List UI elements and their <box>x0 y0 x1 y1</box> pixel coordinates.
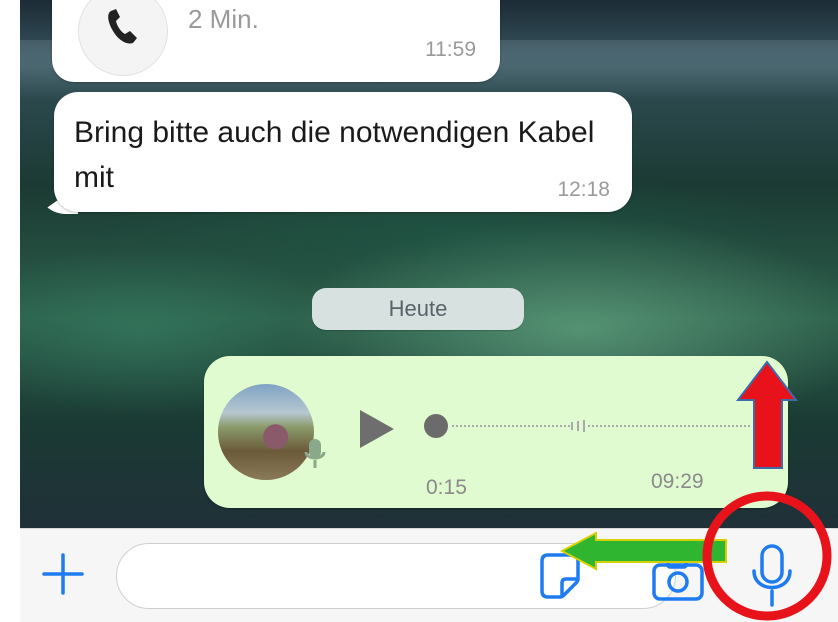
play-icon[interactable] <box>356 408 396 450</box>
camera-icon[interactable] <box>652 557 704 601</box>
message-time: 12:18 <box>557 178 610 201</box>
voice-message-bubble[interactable]: 0:15 09:29 <box>204 356 788 508</box>
audio-waveform[interactable] <box>452 418 752 434</box>
sticker-icon[interactable] <box>534 551 584 601</box>
microphone-icon <box>304 439 326 468</box>
composer-bar <box>20 528 838 622</box>
microphone-icon[interactable] <box>746 543 798 609</box>
date-separator: Heute <box>312 288 524 330</box>
phone-handset-icon <box>78 0 168 76</box>
voice-duration: 0:15 <box>426 476 467 499</box>
message-input[interactable] <box>116 543 676 609</box>
plus-icon[interactable] <box>40 551 86 597</box>
message-time: 11:59 <box>425 38 476 61</box>
message-time: 09:29 <box>651 470 704 493</box>
call-duration: 2 Min. <box>188 4 259 34</box>
avatar[interactable] <box>218 384 314 480</box>
call-message-bubble[interactable]: 2 Min. 11:59 <box>52 0 500 82</box>
text-message-bubble[interactable]: Bring bitte auch die notwendigen Kabel m… <box>54 92 632 212</box>
seek-handle[interactable] <box>424 414 448 438</box>
message-text: Bring bitte auch die notwendigen Kabel m… <box>74 116 595 194</box>
chat-screen: 2 Min. 11:59 Bring bitte auch die notwen… <box>0 0 838 622</box>
